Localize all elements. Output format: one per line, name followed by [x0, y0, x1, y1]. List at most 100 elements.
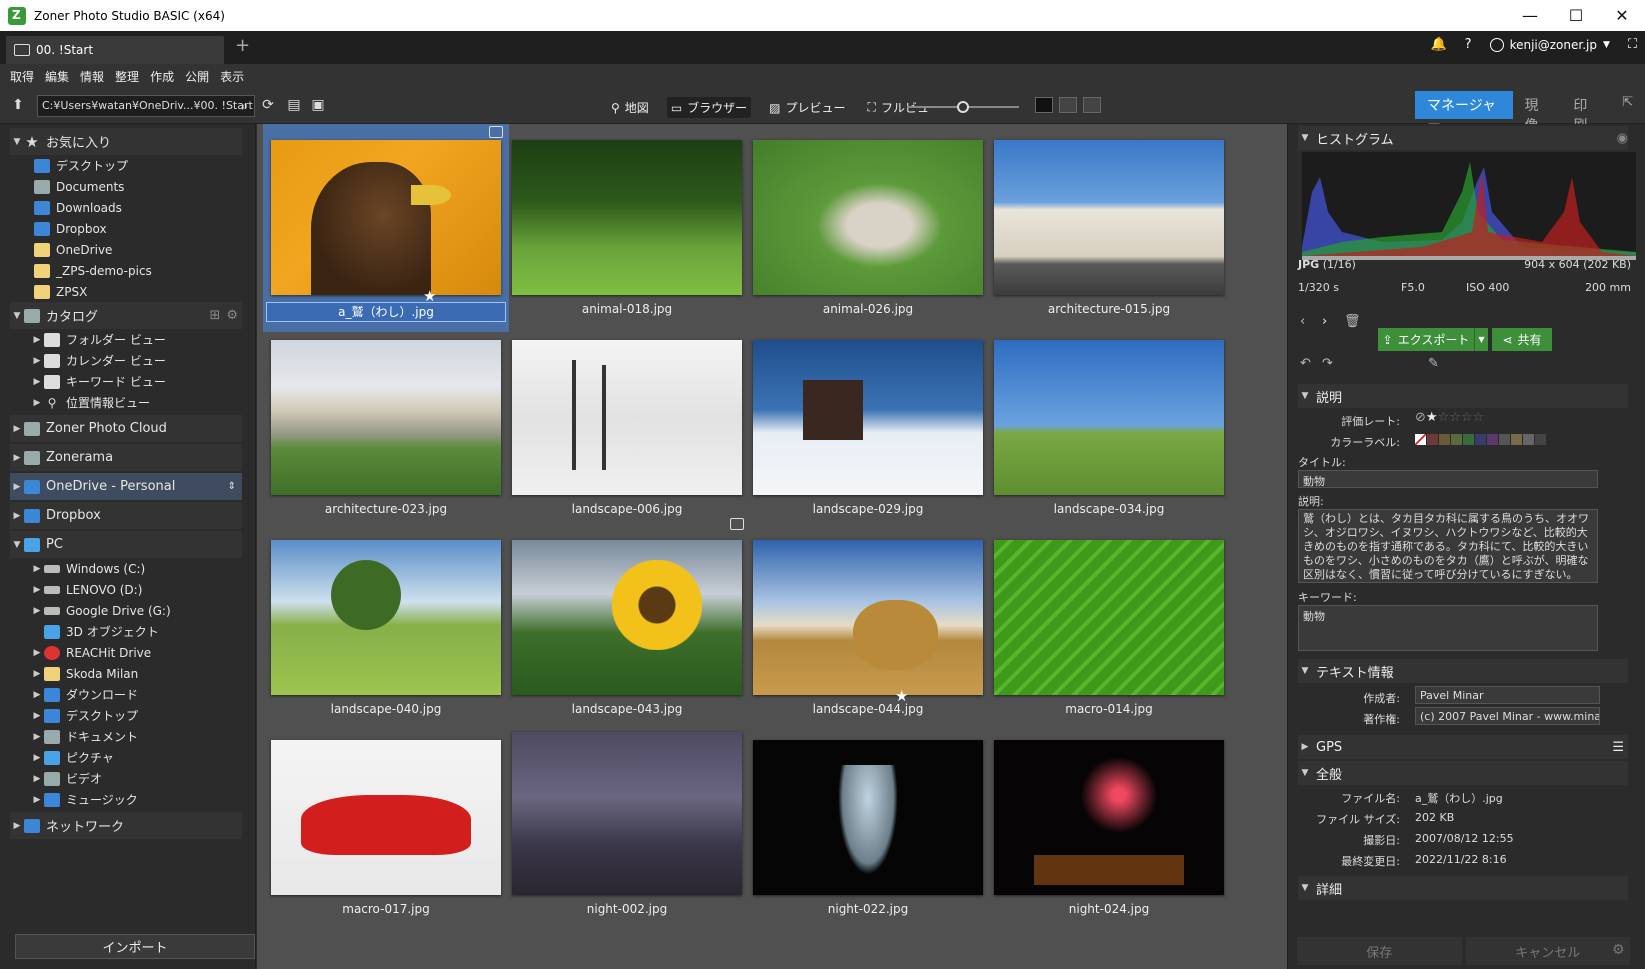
cancel-button[interactable]: キャンセル	[1465, 937, 1630, 965]
export-button[interactable]: ⇪ エクスポート	[1378, 328, 1474, 351]
sidebar-item-network[interactable]: ▶ ネットワーク	[10, 812, 242, 839]
view-preview[interactable]: ▨ プレビュー	[765, 97, 849, 118]
mode-develop[interactable]: 現像	[1513, 91, 1562, 134]
sidebar-item-3d-objects[interactable]: 3D オブジェクト	[10, 621, 242, 642]
layout-columns-button[interactable]	[1083, 97, 1101, 113]
toggle-icon[interactable]: ◉	[1617, 131, 1628, 146]
refresh-icon[interactable]: ⟳	[260, 97, 276, 113]
photo-thumbnail[interactable]	[994, 740, 1224, 895]
trash-icon[interactable]: 🗑	[1344, 314, 1361, 329]
slider-knob[interactable]	[957, 101, 969, 113]
batch-icon[interactable]: ▤	[286, 97, 302, 113]
favorites-header[interactable]: ▼ ★ お気に入り	[10, 128, 242, 155]
photo-thumbnail[interactable]	[994, 140, 1224, 295]
photo-cell[interactable]: landscape-040.jpg	[263, 524, 509, 732]
rating-stars[interactable]: ⊘★☆☆☆☆	[1415, 410, 1484, 425]
photo-thumbnail[interactable]	[271, 740, 501, 895]
maximize-button[interactable]: ☐	[1553, 0, 1599, 31]
photo-thumbnail[interactable]	[753, 540, 983, 695]
account-menu[interactable]: kenji@zoner.jp ▼	[1489, 37, 1610, 52]
new-folder-icon[interactable]: ▣	[310, 97, 326, 113]
color-swatch[interactable]	[1511, 434, 1522, 445]
menu-view[interactable]: 表示	[220, 68, 244, 85]
photo-cell[interactable]: landscape-006.jpg	[504, 324, 750, 532]
copyright-field[interactable]: (c) 2007 Pavel Minar - www.minar.cz	[1415, 707, 1600, 725]
sidebar-item-skoda-milan[interactable]: ▶ Skoda Milan	[10, 663, 242, 684]
sidebar-item-google-drive[interactable]: ▶ Google Drive (G:)	[10, 600, 242, 621]
description-header[interactable]: ▼ 説明	[1298, 384, 1628, 408]
color-swatch[interactable]	[1427, 434, 1438, 445]
photo-cell[interactable]: macro-017.jpg	[263, 724, 509, 932]
photo-cell[interactable]: ★ landscape-044.jpg	[745, 524, 991, 732]
sidebar-item-windows-c[interactable]: ▶ Windows (C:)	[10, 558, 242, 579]
rotate-left-icon[interactable]: ↶	[1300, 356, 1311, 371]
import-button[interactable]: インポート	[15, 934, 255, 959]
photo-thumbnail[interactable]	[512, 732, 742, 895]
photo-cell[interactable]: macro-014.jpg	[986, 524, 1232, 732]
photo-cell[interactable]: architecture-015.jpg	[986, 124, 1232, 332]
photo-thumbnail[interactable]	[753, 140, 983, 295]
color-label-swatches[interactable]	[1415, 434, 1547, 448]
help-icon[interactable]: ?	[1465, 37, 1472, 52]
save-button[interactable]: 保存	[1297, 937, 1462, 965]
fullscreen-icon[interactable]: ⛶	[1628, 37, 1637, 52]
photo-cell[interactable]: landscape-029.jpg	[745, 324, 991, 532]
sidebar-item-location-view[interactable]: ▶ ⚲ 位置情報ビュー	[10, 392, 242, 413]
sidebar-item-downloads[interactable]: Downloads	[10, 197, 242, 218]
gps-header[interactable]: ▶ GPS ☰	[1298, 735, 1628, 759]
sidebar-item-dropbox[interactable]: Dropbox	[10, 218, 242, 239]
view-map[interactable]: ⚲ 地図	[607, 97, 653, 118]
sidebar-item-folder-view[interactable]: ▶ フォルダー ビュー	[10, 329, 242, 350]
photo-thumbnail[interactable]	[753, 740, 983, 895]
sidebar-item-dropbox-service[interactable]: ▶ Dropbox	[10, 502, 242, 529]
tab-start[interactable]: 00. !Start	[6, 36, 224, 64]
photo-thumbnail[interactable]	[753, 340, 983, 495]
export-dropdown[interactable]: ▼	[1474, 328, 1488, 351]
author-field[interactable]: Pavel Minar	[1415, 686, 1600, 704]
color-swatch[interactable]	[1475, 434, 1486, 445]
menu-edit[interactable]: 編集	[45, 68, 69, 85]
minimize-button[interactable]: —	[1507, 0, 1553, 31]
histogram-header[interactable]: ▼ ヒストグラム ◉	[1298, 126, 1628, 150]
path-field[interactable]: C:¥Users¥watan¥OneDriv...¥00. !Start	[37, 95, 255, 117]
sidebar-item-lenovo-d[interactable]: ▶ LENOVO (D:)	[10, 579, 242, 600]
photo-thumbnail[interactable]	[994, 540, 1224, 695]
color-swatch[interactable]	[1523, 434, 1534, 445]
color-swatch[interactable]	[1463, 434, 1474, 445]
sort-icon[interactable]: ⇕	[228, 481, 236, 492]
title-field[interactable]: 動物	[1298, 470, 1598, 488]
sidebar-item-zoner-cloud[interactable]: ▶ Zoner Photo Cloud	[10, 415, 242, 442]
menu-icon[interactable]: ☰	[1612, 740, 1624, 755]
photo-cell[interactable]: night-002.jpg	[504, 724, 750, 932]
sidebar-item-keyword-view[interactable]: ▶ キーワード ビュー	[10, 371, 242, 392]
pc-header[interactable]: ▼ PC	[10, 531, 242, 558]
search-icon[interactable]: ⌕	[237, 98, 253, 114]
mode-print[interactable]: 印刷	[1561, 91, 1610, 134]
mode-manager[interactable]: マネージャー	[1415, 91, 1513, 134]
view-browser[interactable]: ▭ ブラウザー	[666, 97, 752, 118]
sidebar-item-onedrive[interactable]: OneDrive	[10, 239, 242, 260]
sidebar-item-documents-pc[interactable]: ▶ ドキュメント	[10, 726, 242, 747]
bell-icon[interactable]: 🔔	[1430, 37, 1446, 52]
menu-create[interactable]: 作成	[150, 68, 174, 85]
photo-cell[interactable]: architecture-023.jpg	[263, 324, 509, 532]
thumbnail-size-slider[interactable]	[907, 101, 1019, 113]
sidebar-item-downloads-pc[interactable]: ▶ ダウンロード	[10, 684, 242, 705]
keywords-field[interactable]: 動物	[1298, 605, 1598, 651]
layout-rows-button[interactable]	[1059, 97, 1077, 113]
magic-wand-icon[interactable]: ✎	[1428, 356, 1439, 371]
sidebar-item-zps-demo[interactable]: _ZPS-demo-pics	[10, 260, 242, 281]
sidebar-item-desktop[interactable]: デスクトップ	[10, 155, 242, 176]
gear-icon[interactable]: ⚙	[1612, 942, 1625, 958]
description-field[interactable]: 鷲（わし）とは、タカ目タカ科に属する鳥のうち、オオワシ、オジロワシ、イヌワシ、ハ…	[1298, 509, 1598, 583]
sidebar-item-zpsx[interactable]: ZPSX	[10, 281, 242, 302]
color-swatch[interactable]	[1451, 434, 1462, 445]
photo-cell[interactable]: animal-026.jpg	[745, 124, 991, 332]
rotate-right-icon[interactable]: ↷	[1322, 356, 1333, 371]
photo-thumbnail[interactable]	[512, 540, 742, 695]
general-header[interactable]: ▼ 全般	[1298, 761, 1628, 785]
menu-info[interactable]: 情報	[80, 68, 104, 85]
photo-thumbnail[interactable]	[512, 140, 742, 295]
photo-cell[interactable]: landscape-043.jpg	[504, 518, 750, 732]
details-header[interactable]: ▼ 詳細	[1298, 876, 1628, 900]
